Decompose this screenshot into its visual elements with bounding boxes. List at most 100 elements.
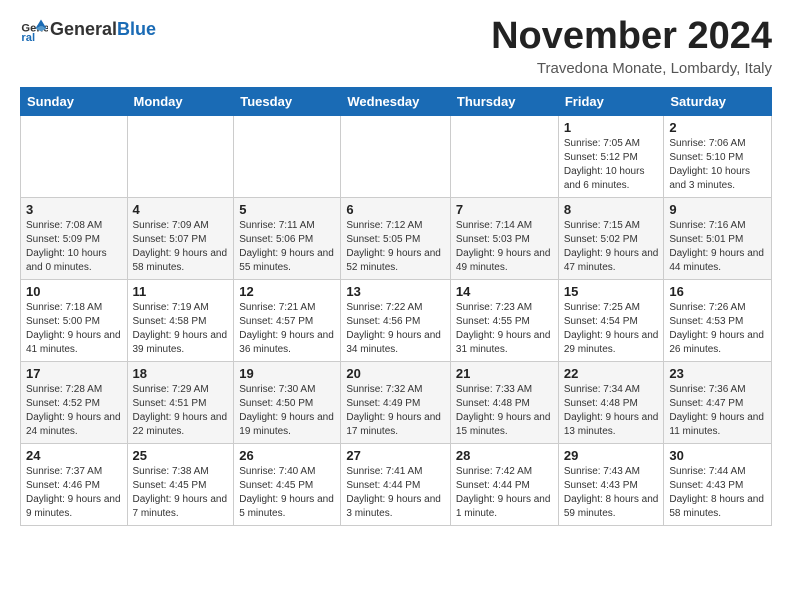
- day-info: Sunrise: 7:38 AM Sunset: 4:45 PM Dayligh…: [133, 465, 229, 521]
- calendar-row-4: 24Sunrise: 7:37 AM Sunset: 4:46 PM Dayli…: [21, 443, 772, 525]
- day-number: 7: [456, 202, 553, 217]
- calendar-cell: 27 Sunrise: 7:41 AM Sunset: 4:44 PM Dayli…: [341, 443, 451, 525]
- day-info: Sunrise: 7:28 AM Sunset: 4:52 PM Dayligh…: [26, 383, 122, 439]
- day-info: Sunrise: 7:11 AM Sunset: 5:06 PM Dayligh…: [239, 219, 335, 275]
- day-info: Sunrise: 7:36 AM Sunset: 4:47 PM Dayligh…: [669, 383, 766, 439]
- weekday-header-row: Sunday Monday Tuesday Wednesday Thursday…: [21, 87, 772, 115]
- calendar-cell: 3 Sunrise: 7:08 AM Sunset: 5:09 PM Daylig…: [21, 197, 128, 279]
- month-title: November 2024: [491, 16, 772, 58]
- calendar-cell: [450, 115, 558, 197]
- calendar-cell: 7 Sunrise: 7:14 AM Sunset: 5:03 PM Daylig…: [450, 197, 558, 279]
- day-info: Sunrise: 7:23 AM Sunset: 4:55 PM Dayligh…: [456, 301, 553, 357]
- day-info: Sunrise: 7:30 AM Sunset: 4:50 PM Dayligh…: [239, 383, 335, 439]
- day-number: 3: [26, 202, 122, 217]
- calendar-row-1: 3 Sunrise: 7:08 AM Sunset: 5:09 PM Daylig…: [21, 197, 772, 279]
- calendar-cell: 18Sunrise: 7:29 AM Sunset: 4:51 PM Dayli…: [127, 361, 234, 443]
- header: Gene ral GeneralBlue November 2024 Trave…: [20, 16, 772, 77]
- day-info: Sunrise: 7:15 AM Sunset: 5:02 PM Dayligh…: [564, 219, 659, 275]
- day-number: 30: [669, 448, 766, 463]
- title-area: November 2024 Travedona Monate, Lombardy…: [491, 16, 772, 77]
- calendar-cell: 14 Sunrise: 7:23 AM Sunset: 4:55 PM Dayli…: [450, 279, 558, 361]
- calendar-cell: [341, 115, 451, 197]
- calendar-cell: 16Sunrise: 7:26 AM Sunset: 4:53 PM Dayli…: [664, 279, 772, 361]
- day-info: Sunrise: 7:08 AM Sunset: 5:09 PM Dayligh…: [26, 219, 122, 275]
- day-number: 1: [564, 120, 659, 135]
- day-info: Sunrise: 7:41 AM Sunset: 4:44 PM Dayligh…: [346, 465, 445, 521]
- calendar-cell: 10 Sunrise: 7:18 AM Sunset: 5:00 PM Dayli…: [21, 279, 128, 361]
- day-info: Sunrise: 7:21 AM Sunset: 4:57 PM Dayligh…: [239, 301, 335, 357]
- day-info: Sunrise: 7:22 AM Sunset: 4:56 PM Dayligh…: [346, 301, 445, 357]
- logo-text-block: GeneralBlue: [50, 20, 156, 40]
- day-info: Sunrise: 7:06 AM Sunset: 5:10 PM Dayligh…: [669, 137, 766, 193]
- calendar-row-0: 1 Sunrise: 7:05 AM Sunset: 5:12 PM Daylig…: [21, 115, 772, 197]
- day-number: 29: [564, 448, 659, 463]
- location-title: Travedona Monate, Lombardy, Italy: [491, 60, 772, 77]
- header-saturday: Saturday: [664, 87, 772, 115]
- day-info: Sunrise: 7:34 AM Sunset: 4:48 PM Dayligh…: [564, 383, 659, 439]
- day-info: Sunrise: 7:14 AM Sunset: 5:03 PM Dayligh…: [456, 219, 553, 275]
- calendar-cell: 11 Sunrise: 7:19 AM Sunset: 4:58 PM Dayli…: [127, 279, 234, 361]
- day-number: 20: [346, 366, 445, 381]
- calendar-cell: 5 Sunrise: 7:11 AM Sunset: 5:06 PM Daylig…: [234, 197, 341, 279]
- day-info: Sunrise: 7:18 AM Sunset: 5:00 PM Dayligh…: [26, 301, 122, 357]
- logo-blue: Blue: [117, 19, 156, 39]
- day-number: 9: [669, 202, 766, 217]
- calendar-cell: 21Sunrise: 7:33 AM Sunset: 4:48 PM Dayli…: [450, 361, 558, 443]
- calendar-cell: 26 Sunrise: 7:40 AM Sunset: 4:45 PM Dayli…: [234, 443, 341, 525]
- day-number: 25: [133, 448, 229, 463]
- day-number: 6: [346, 202, 445, 217]
- day-number: 11: [133, 284, 229, 299]
- header-monday: Monday: [127, 87, 234, 115]
- day-number: 23: [669, 366, 766, 381]
- calendar-cell: [234, 115, 341, 197]
- calendar-cell: 29 Sunrise: 7:43 AM Sunset: 4:43 PM Dayli…: [558, 443, 664, 525]
- day-info: Sunrise: 7:32 AM Sunset: 4:49 PM Dayligh…: [346, 383, 445, 439]
- calendar-cell: 17 Sunrise: 7:28 AM Sunset: 4:52 PM Dayli…: [21, 361, 128, 443]
- day-number: 26: [239, 448, 335, 463]
- calendar-cell: 30 Sunrise: 7:44 AM Sunset: 4:43 PM Dayli…: [664, 443, 772, 525]
- calendar-row-2: 10 Sunrise: 7:18 AM Sunset: 5:00 PM Dayli…: [21, 279, 772, 361]
- calendar-cell: 4 Sunrise: 7:09 AM Sunset: 5:07 PM Daylig…: [127, 197, 234, 279]
- day-number: 2: [669, 120, 766, 135]
- day-number: 27: [346, 448, 445, 463]
- day-number: 24: [26, 448, 122, 463]
- logo-icon: Gene ral: [20, 16, 48, 44]
- calendar-cell: 25 Sunrise: 7:38 AM Sunset: 4:45 PM Dayli…: [127, 443, 234, 525]
- calendar-cell: 23 Sunrise: 7:36 AM Sunset: 4:47 PM Dayli…: [664, 361, 772, 443]
- calendar-cell: 2 Sunrise: 7:06 AM Sunset: 5:10 PM Daylig…: [664, 115, 772, 197]
- day-number: 21: [456, 366, 553, 381]
- day-info: Sunrise: 7:43 AM Sunset: 4:43 PM Dayligh…: [564, 465, 659, 521]
- day-number: 10: [26, 284, 122, 299]
- day-info: Sunrise: 7:25 AM Sunset: 4:54 PM Dayligh…: [564, 301, 659, 357]
- calendar-cell: 13Sunrise: 7:22 AM Sunset: 4:56 PM Dayli…: [341, 279, 451, 361]
- day-number: 5: [239, 202, 335, 217]
- day-info: Sunrise: 7:44 AM Sunset: 4:43 PM Dayligh…: [669, 465, 766, 521]
- calendar-cell: 6 Sunrise: 7:12 AM Sunset: 5:05 PM Daylig…: [341, 197, 451, 279]
- day-info: Sunrise: 7:26 AM Sunset: 4:53 PM Dayligh…: [669, 301, 766, 357]
- calendar-cell: 20 Sunrise: 7:32 AM Sunset: 4:49 PM Dayli…: [341, 361, 451, 443]
- header-sunday: Sunday: [21, 87, 128, 115]
- header-tuesday: Tuesday: [234, 87, 341, 115]
- calendar-cell: 12Sunrise: 7:21 AM Sunset: 4:57 PM Dayli…: [234, 279, 341, 361]
- calendar-cell: 19Sunrise: 7:30 AM Sunset: 4:50 PM Dayli…: [234, 361, 341, 443]
- svg-text:ral: ral: [21, 32, 35, 44]
- calendar-cell: 9 Sunrise: 7:16 AM Sunset: 5:01 PM Daylig…: [664, 197, 772, 279]
- day-number: 4: [133, 202, 229, 217]
- day-info: Sunrise: 7:19 AM Sunset: 4:58 PM Dayligh…: [133, 301, 229, 357]
- calendar-cell: 1 Sunrise: 7:05 AM Sunset: 5:12 PM Daylig…: [558, 115, 664, 197]
- day-info: Sunrise: 7:09 AM Sunset: 5:07 PM Dayligh…: [133, 219, 229, 275]
- calendar-cell: 8 Sunrise: 7:15 AM Sunset: 5:02 PM Daylig…: [558, 197, 664, 279]
- calendar-cell: 28Sunrise: 7:42 AM Sunset: 4:44 PM Dayli…: [450, 443, 558, 525]
- day-number: 14: [456, 284, 553, 299]
- day-info: Sunrise: 7:05 AM Sunset: 5:12 PM Dayligh…: [564, 137, 659, 193]
- day-info: Sunrise: 7:12 AM Sunset: 5:05 PM Dayligh…: [346, 219, 445, 275]
- calendar-cell: 24Sunrise: 7:37 AM Sunset: 4:46 PM Dayli…: [21, 443, 128, 525]
- calendar: Sunday Monday Tuesday Wednesday Thursday…: [20, 87, 772, 526]
- day-info: Sunrise: 7:16 AM Sunset: 5:01 PM Dayligh…: [669, 219, 766, 275]
- day-number: 17: [26, 366, 122, 381]
- header-thursday: Thursday: [450, 87, 558, 115]
- day-number: 8: [564, 202, 659, 217]
- logo-general: General: [50, 19, 117, 39]
- day-info: Sunrise: 7:40 AM Sunset: 4:45 PM Dayligh…: [239, 465, 335, 521]
- day-number: 22: [564, 366, 659, 381]
